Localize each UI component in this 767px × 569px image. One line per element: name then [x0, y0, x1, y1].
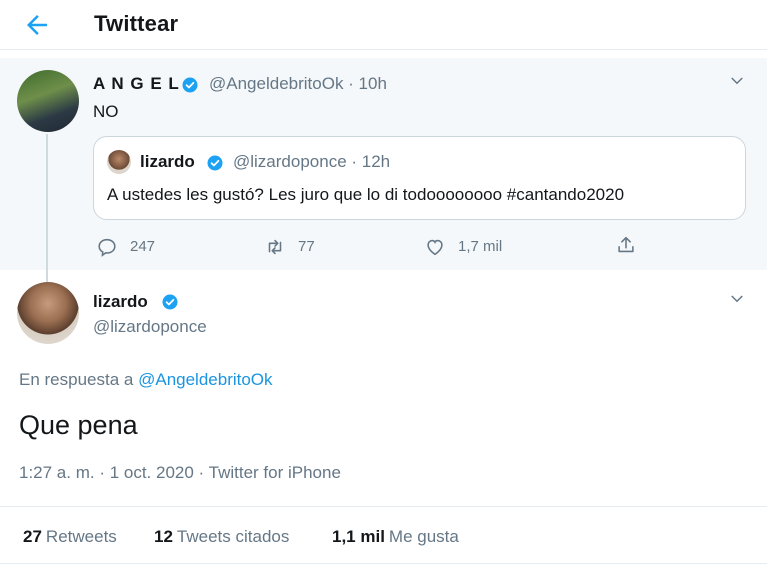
share-icon [618, 236, 634, 253]
back-arrow-icon[interactable] [22, 10, 52, 40]
heart-icon [427, 239, 443, 256]
retweet-icon [268, 239, 282, 255]
tweet-text: NO [93, 102, 119, 121]
top-bar: Twittear [0, 0, 767, 50]
author-handle[interactable]: @AngeldebritoOk · 10h [209, 74, 387, 94]
tweet-text: Que pena [19, 410, 138, 440]
thread-connector [46, 134, 48, 282]
divider [0, 563, 767, 564]
chevron-down-icon[interactable] [728, 290, 746, 308]
tweet-timestamp[interactable]: 1:27 a. m. · 1 oct. 2020 · Twitter for i… [19, 463, 341, 483]
page-title: Twittear [94, 11, 179, 36]
reply-count: 247 [130, 238, 156, 255]
author-name[interactable]: A N G E L [93, 74, 180, 94]
quoted-tweet-card[interactable] [93, 136, 746, 220]
verified-badge-icon [162, 294, 178, 310]
verified-badge-icon [182, 77, 198, 93]
like-count: 1,7 mil [458, 238, 503, 255]
retweets-label: Retweets [45, 527, 117, 546]
quoted-author-handle: @lizardoponce · 12h [233, 152, 391, 171]
retweets-stat[interactable]: 27 Retweets [23, 527, 117, 547]
retweet-count: 77 [298, 238, 315, 255]
likes-count: 1,1 mil [332, 527, 385, 546]
quotes-label: Tweets citados [176, 527, 290, 546]
reply-prefix: En respuesta a [19, 370, 134, 389]
quotes-count: 12 [154, 527, 173, 546]
retweets-count: 27 [23, 527, 42, 546]
reply-to-link[interactable]: @AngeldebritoOk [138, 370, 272, 389]
author-handle[interactable]: @lizardoponce [93, 317, 207, 337]
author-name[interactable]: lizardo [93, 292, 148, 312]
quote-tweets-stat[interactable]: 12 Tweets citados [154, 527, 289, 547]
quoted-tweet-text: A ustedes les gustó? Les juro que lo di … [107, 185, 625, 204]
quoted-author-name: lizardo [140, 152, 195, 171]
avatar[interactable] [17, 282, 79, 344]
avatar[interactable] [17, 70, 79, 132]
divider [0, 506, 767, 507]
avatar [107, 150, 131, 174]
reply-icon [98, 238, 116, 257]
likes-stat[interactable]: 1,1 mil Me gusta [332, 527, 459, 547]
likes-label: Me gusta [388, 527, 459, 546]
reply-context: En respuesta a @AngeldebritoOk [19, 370, 273, 390]
verified-badge-icon [207, 155, 223, 171]
chevron-down-icon[interactable] [728, 72, 746, 90]
